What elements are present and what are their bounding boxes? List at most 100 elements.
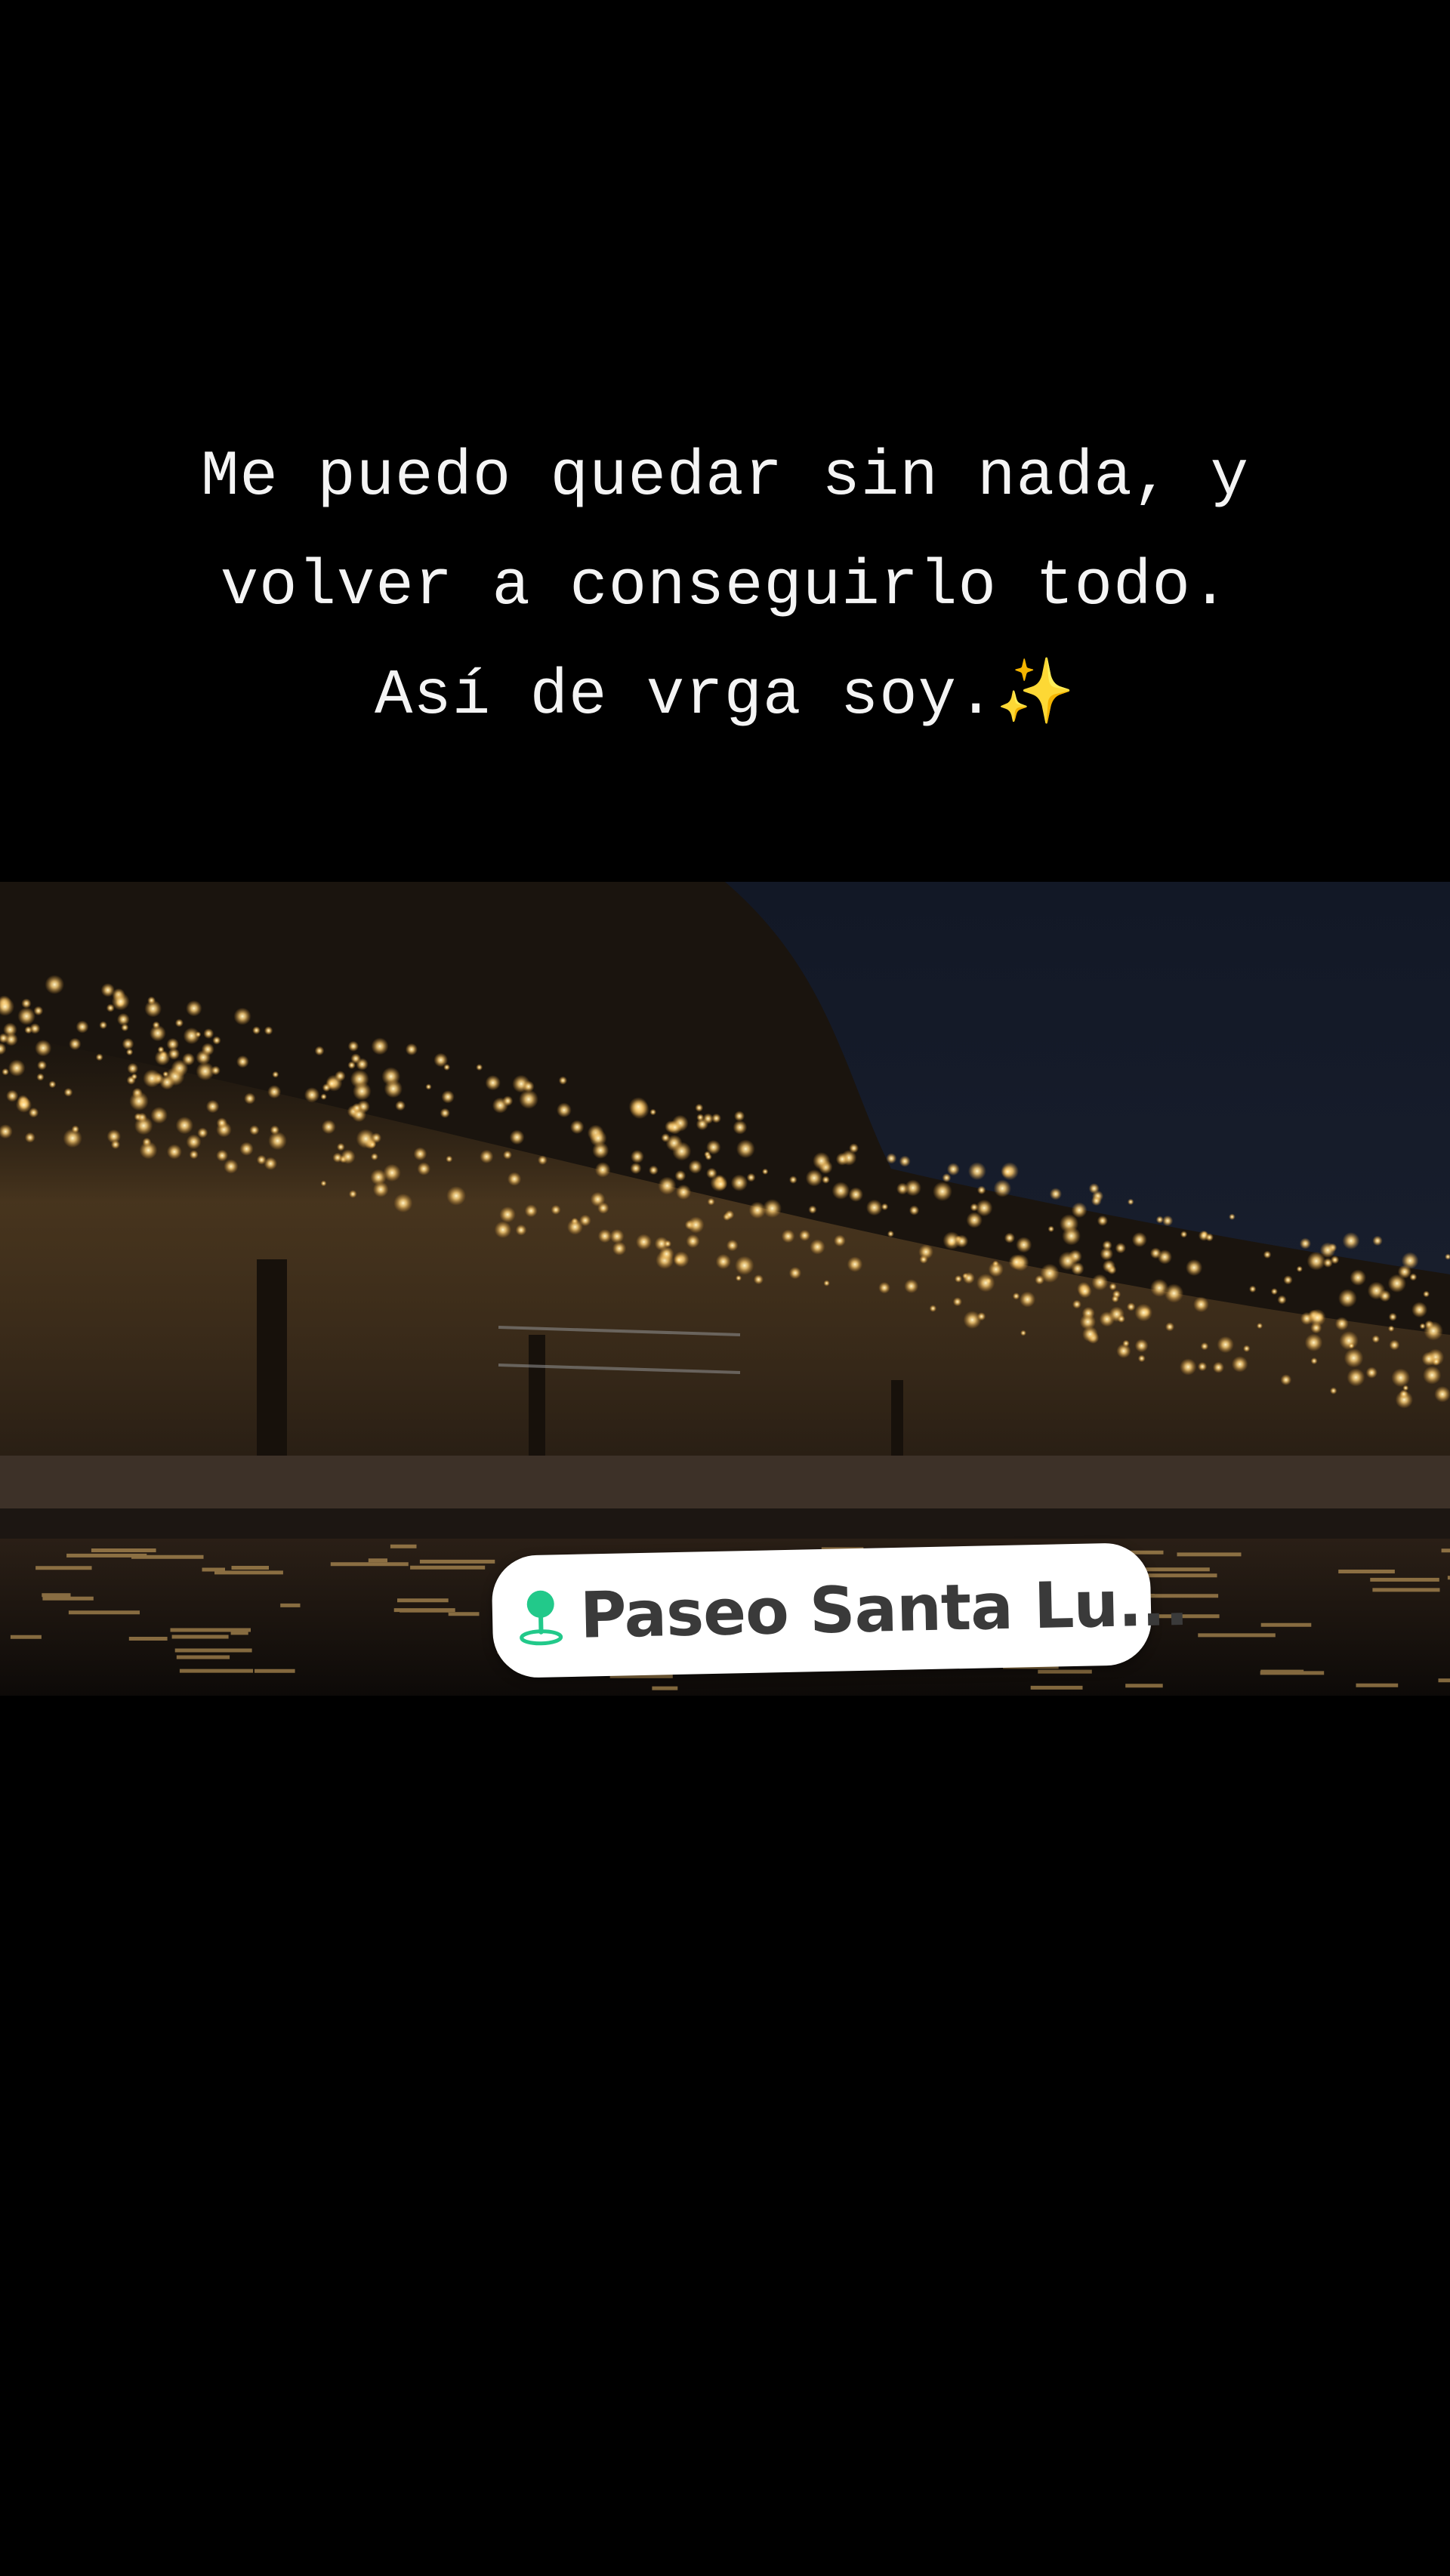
caption-text: Me puedo quedar sin nada, y volver a con… xyxy=(0,423,1450,751)
string-light xyxy=(1397,1265,1411,1279)
string-light xyxy=(918,1244,933,1259)
string-light xyxy=(233,1007,251,1025)
string-light xyxy=(503,1150,512,1160)
string-light xyxy=(695,1103,704,1112)
string-light xyxy=(370,1153,378,1161)
string-light xyxy=(8,1059,26,1077)
string-light xyxy=(134,1116,153,1135)
string-light xyxy=(847,1256,863,1272)
string-light xyxy=(336,1142,345,1151)
string-light xyxy=(111,992,130,1011)
string-light xyxy=(1157,1249,1173,1265)
string-light xyxy=(538,1155,548,1165)
string-light xyxy=(69,1037,82,1050)
string-light xyxy=(175,1116,193,1135)
string-light xyxy=(734,1111,745,1122)
string-light xyxy=(1180,1231,1188,1238)
string-light xyxy=(659,1246,674,1262)
string-light xyxy=(551,1204,561,1215)
string-light xyxy=(1350,1269,1366,1286)
string-light xyxy=(805,1169,823,1187)
string-light xyxy=(347,1061,356,1070)
string-light xyxy=(320,1093,327,1100)
string-light xyxy=(929,1305,937,1312)
string-light xyxy=(320,1180,327,1187)
string-light xyxy=(1102,1259,1115,1273)
string-light xyxy=(1047,1225,1055,1233)
string-light xyxy=(443,1064,451,1071)
string-light xyxy=(967,1162,986,1181)
string-light xyxy=(976,1274,995,1293)
string-light xyxy=(1342,1232,1360,1249)
string-light xyxy=(24,1132,35,1143)
string-light xyxy=(201,1043,214,1056)
string-light xyxy=(1162,1215,1174,1227)
string-light xyxy=(183,1027,200,1045)
string-light xyxy=(672,1142,692,1161)
string-light xyxy=(594,1162,611,1178)
string-light xyxy=(834,1234,846,1247)
string-light xyxy=(1387,1325,1395,1333)
string-light xyxy=(371,1037,389,1055)
string-light xyxy=(509,1129,525,1145)
string-light xyxy=(706,1167,717,1179)
string-light xyxy=(946,1163,960,1176)
string-light xyxy=(1424,1321,1443,1341)
string-light xyxy=(1308,1308,1326,1327)
string-light xyxy=(1197,1361,1208,1372)
string-light xyxy=(125,1048,134,1056)
string-light xyxy=(1434,1385,1450,1403)
string-light xyxy=(154,1049,171,1066)
string-light xyxy=(904,1279,919,1293)
string-light xyxy=(440,1108,450,1118)
string-light xyxy=(1329,1387,1337,1394)
string-light xyxy=(393,1193,413,1213)
string-light xyxy=(788,1266,802,1280)
string-light xyxy=(597,1202,609,1214)
string-light xyxy=(628,1097,649,1117)
string-light xyxy=(348,1190,357,1198)
string-light xyxy=(395,1100,406,1111)
string-light xyxy=(887,1230,894,1237)
location-sticker[interactable]: Paseo Santa Lu... xyxy=(491,1542,1189,1679)
string-light xyxy=(748,1201,767,1219)
string-light xyxy=(494,1221,512,1239)
string-light xyxy=(1283,1275,1293,1285)
string-light xyxy=(37,1060,48,1071)
string-light xyxy=(631,1150,644,1163)
string-light xyxy=(1072,1299,1081,1309)
string-light xyxy=(746,1172,756,1182)
string-light xyxy=(715,1253,731,1270)
string-light xyxy=(1205,1233,1214,1242)
string-light xyxy=(674,1254,685,1265)
string-light xyxy=(1008,1254,1025,1270)
string-light xyxy=(1040,1263,1060,1283)
string-light xyxy=(95,1053,103,1062)
string-light xyxy=(1304,1333,1323,1352)
string-light xyxy=(557,1102,572,1118)
string-light xyxy=(799,1229,810,1241)
string-light xyxy=(1100,1247,1114,1261)
string-light xyxy=(1242,1345,1251,1352)
string-light xyxy=(1423,1366,1442,1385)
string-light xyxy=(1334,1317,1349,1331)
string-light xyxy=(353,1082,372,1101)
string-light xyxy=(1402,1385,1409,1391)
string-light xyxy=(244,1092,256,1105)
string-light xyxy=(1347,1368,1365,1387)
string-light xyxy=(592,1142,609,1159)
string-light xyxy=(143,1069,162,1088)
string-light xyxy=(264,1026,273,1035)
string-light xyxy=(707,1197,715,1206)
string-light xyxy=(1150,1278,1169,1297)
string-light xyxy=(1058,1251,1078,1271)
string-light xyxy=(1344,1348,1364,1368)
string-light xyxy=(1419,1323,1426,1330)
string-light xyxy=(446,1155,453,1163)
string-light xyxy=(1372,1235,1383,1246)
string-light xyxy=(1348,1342,1355,1349)
string-light xyxy=(1399,1389,1408,1399)
string-light xyxy=(35,1040,52,1057)
string-light xyxy=(865,1199,883,1216)
string-light xyxy=(661,1133,671,1142)
